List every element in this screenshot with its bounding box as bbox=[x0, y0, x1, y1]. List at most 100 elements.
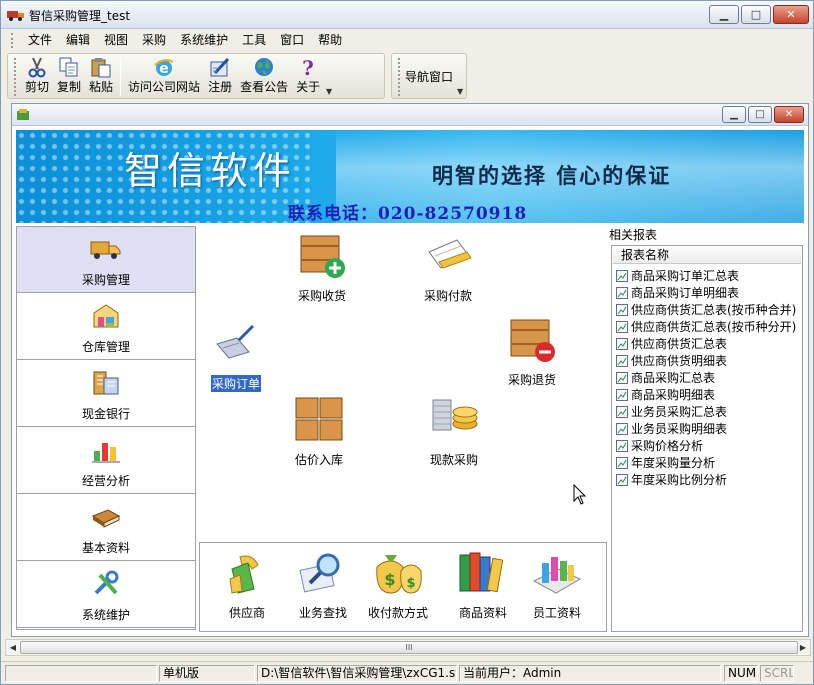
dock-label: 收付款方式 bbox=[368, 606, 429, 620]
cut-button[interactable]: 剪切 bbox=[21, 54, 53, 94]
about-button[interactable]: ? 关于 bbox=[292, 54, 324, 94]
dock-business-search[interactable]: 业务查找 bbox=[298, 549, 348, 621]
bar-chart-icon bbox=[89, 434, 123, 466]
paste-icon bbox=[89, 56, 113, 78]
menu-grip[interactable] bbox=[11, 33, 14, 48]
menu-purchase[interactable]: 采购 bbox=[135, 32, 173, 48]
purchase-order-item[interactable]: 采购订单 bbox=[209, 318, 263, 392]
banner-phone: 联系电话：020-82570918 bbox=[288, 204, 528, 223]
menu-bar: 文件 编辑 视图 采购 系统维护 工具 窗口 帮助 bbox=[1, 29, 813, 51]
report-item[interactable]: 年度采购比例分析 bbox=[616, 471, 796, 488]
svg-text:$: $ bbox=[406, 576, 415, 591]
purchase-payment-item[interactable]: 采购付款 bbox=[421, 230, 475, 304]
nav-toolbar-grip[interactable] bbox=[398, 58, 401, 96]
nav-warehouse-management[interactable]: 仓库管理 bbox=[17, 294, 195, 360]
purchase-return-item[interactable]: 采购退货 bbox=[505, 314, 559, 388]
scroll-left-arrow[interactable]: ◀ bbox=[7, 641, 19, 654]
dock-label: 员工资料 bbox=[532, 606, 581, 620]
status-empty-pane bbox=[5, 665, 157, 682]
report-item[interactable]: 商品采购订单汇总表 bbox=[616, 267, 796, 284]
menu-tools[interactable]: 工具 bbox=[235, 32, 273, 48]
menu-system[interactable]: 系统维护 bbox=[173, 32, 235, 48]
maximize-button[interactable]: □ bbox=[741, 5, 771, 24]
estimate-stock-in-item[interactable]: 估价入库 bbox=[292, 394, 346, 468]
employee-bottles-icon bbox=[530, 549, 584, 600]
workspace-label: 采购订单 bbox=[210, 375, 261, 392]
report-item[interactable]: 商品采购汇总表 bbox=[616, 369, 796, 386]
payment-icon bbox=[421, 230, 475, 283]
nav-label: 仓库管理 bbox=[81, 340, 130, 354]
menu-view[interactable]: 视图 bbox=[97, 32, 135, 48]
nav-label: 系统维护 bbox=[81, 608, 130, 622]
cash-purchase-item[interactable]: 现款采购 bbox=[427, 394, 481, 468]
minimize-button[interactable]: ▁ bbox=[709, 5, 739, 24]
menu-edit[interactable]: 编辑 bbox=[59, 32, 97, 48]
toolbar-grip[interactable] bbox=[14, 58, 17, 96]
nav-cash-bank[interactable]: 现金银行 bbox=[17, 361, 195, 427]
dock-label: 供应商 bbox=[228, 606, 265, 620]
nav-basic-data[interactable]: 基本资料 bbox=[17, 495, 195, 561]
report-icon bbox=[616, 303, 628, 316]
books-icon bbox=[456, 549, 510, 600]
purchase-receive-item[interactable]: 采购收货 bbox=[295, 230, 349, 304]
module-nav: 采购管理 仓库管理 现金银行 经营分析 基本资料 系统维护 bbox=[16, 226, 196, 630]
dock-employee-data[interactable]: 员工资料 bbox=[530, 549, 584, 621]
child-minimize-button[interactable]: ▁ bbox=[722, 106, 746, 123]
nav-window-button[interactable]: 导航窗口 bbox=[405, 68, 453, 85]
view-notice-button[interactable]: 查看公告 bbox=[236, 54, 292, 94]
report-item[interactable]: 商品采购订单明细表 bbox=[616, 284, 796, 301]
reports-title: 相关报表 bbox=[609, 228, 658, 242]
dock-product-data[interactable]: 商品资料 bbox=[456, 549, 510, 621]
report-item[interactable]: 业务员采购明细表 bbox=[616, 420, 796, 437]
menu-file[interactable]: 文件 bbox=[21, 32, 59, 48]
register-label: 注册 bbox=[208, 80, 233, 94]
banner-slogan: 明智的选择 信心的保证 bbox=[432, 163, 672, 188]
visit-website-label: 访问公司网站 bbox=[128, 80, 201, 94]
register-button[interactable]: 注册 bbox=[204, 54, 236, 94]
report-item[interactable]: 业务员采购汇总表 bbox=[616, 403, 796, 420]
nav-purchase-management[interactable]: 采购管理 bbox=[17, 227, 195, 293]
nav-business-analysis[interactable]: 经营分析 bbox=[17, 428, 195, 494]
visit-website-button[interactable]: e 访问公司网站 bbox=[124, 54, 204, 94]
nav-toolbar-overflow-chevron[interactable]: ▼ bbox=[455, 54, 465, 98]
scroll-right-arrow[interactable]: ▶ bbox=[797, 641, 809, 654]
title-bar[interactable]: 智信采购管理_test ▁ □ ✕ bbox=[1, 1, 813, 29]
nav-label: 经营分析 bbox=[81, 474, 130, 488]
report-item[interactable]: 供应商供货汇总表(按币种合并) bbox=[616, 301, 796, 318]
paste-label: 粘贴 bbox=[89, 80, 114, 94]
horizontal-scrollbar[interactable]: ◀ III ▶ bbox=[5, 639, 811, 656]
child-close-button[interactable]: ✕ bbox=[774, 106, 804, 123]
paste-button[interactable]: 粘贴 bbox=[85, 54, 117, 94]
dock-payment-method[interactable]: $ $ 收付款方式 bbox=[368, 549, 428, 621]
book-icon bbox=[89, 501, 123, 533]
close-button[interactable]: ✕ bbox=[773, 5, 809, 24]
warehouse-icon bbox=[89, 300, 123, 332]
dock-label: 业务查找 bbox=[298, 606, 347, 620]
toolbar-overflow-chevron[interactable]: ▼ bbox=[324, 54, 334, 98]
child-window-icon bbox=[17, 109, 29, 120]
nav-system-maintenance[interactable]: 系统维护 bbox=[17, 562, 195, 628]
child-maximize-button[interactable]: □ bbox=[748, 106, 772, 123]
report-item[interactable]: 采购价格分析 bbox=[616, 437, 796, 454]
reports-column-header[interactable]: 报表名称 bbox=[613, 247, 801, 264]
report-icon bbox=[616, 320, 628, 333]
workspace-label: 采购收货 bbox=[297, 289, 346, 303]
child-title-bar[interactable]: ▁ □ ✕ bbox=[12, 104, 808, 126]
ie-icon: e bbox=[152, 56, 176, 78]
status-path: D:\智信软件\智信采购管理\zxCG1.sys bbox=[257, 665, 457, 682]
report-item[interactable]: 供应商供货明细表 bbox=[616, 352, 796, 369]
report-item[interactable]: 供应商供货汇总表 bbox=[616, 335, 796, 352]
status-bar: 单机版 D:\智信软件\智信采购管理\zxCG1.sys 当前用户：Admin … bbox=[1, 661, 813, 684]
report-item[interactable]: 商品采购明细表 bbox=[616, 386, 796, 403]
report-item[interactable]: 供应商供货汇总表(按币种分开) bbox=[616, 318, 796, 335]
dock-supplier[interactable]: 供应商 bbox=[222, 549, 272, 621]
about-label: 关于 bbox=[296, 80, 321, 94]
search-icon bbox=[298, 549, 348, 600]
menu-window[interactable]: 窗口 bbox=[273, 32, 311, 48]
menu-help[interactable]: 帮助 bbox=[311, 32, 349, 48]
workspace-label: 采购退货 bbox=[507, 373, 556, 387]
copy-button[interactable]: 复制 bbox=[53, 54, 85, 94]
scroll-thumb[interactable]: III bbox=[20, 641, 798, 654]
report-item[interactable]: 年度采购量分析 bbox=[616, 454, 796, 471]
report-icon bbox=[616, 354, 628, 367]
